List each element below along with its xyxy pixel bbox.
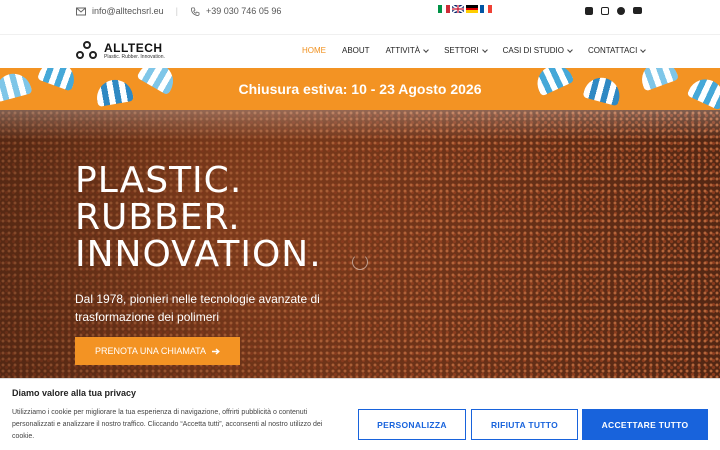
facebook-icon[interactable] [617, 7, 625, 15]
hero-line-3: INNOVATION. [75, 234, 322, 275]
language-switcher [438, 5, 492, 14]
linkedin-icon[interactable] [585, 7, 593, 15]
logo-mark-icon [76, 41, 98, 61]
menu-item-attivita[interactable]: ATTIVITÀ [386, 46, 429, 55]
uk-flag[interactable] [452, 5, 464, 13]
menu-item-contattaci[interactable]: CONTATTACI [587, 46, 647, 55]
banner-text: Chiusura estiva: 10 - 23 Agosto 2026 [238, 81, 482, 97]
hero-headline: PLASTIC. RUBBER. INNOVATION. [75, 162, 322, 273]
customize-button[interactable]: PERSONALIZZA [358, 409, 466, 440]
cookie-consent-banner: Diamo valore alla tua privacy Utilizziam… [0, 378, 720, 450]
main-navbar: ALLTECH Plastic. Rubber. Innovation. HOM… [0, 34, 720, 68]
envelope-icon [76, 7, 86, 15]
hero-section: PLASTIC. RUBBER. INNOVATION. Dal 1978, p… [0, 110, 720, 378]
chevron-down-icon [640, 46, 647, 53]
phone-link[interactable]: +39 030 746 05 96 [206, 6, 281, 16]
menu-item-settori[interactable]: SETTORI [444, 46, 488, 55]
menu-item-home[interactable]: HOME [302, 46, 326, 55]
cookie-description: Utilizziamo i cookie per migliorare la t… [12, 409, 323, 440]
main-menu: HOME ABOUT ATTIVITÀ SETTORI CASI DI STUD… [302, 46, 661, 55]
contact-info: info@alltechsrl.eu | +39 030 746 05 96 [76, 6, 281, 16]
instagram-icon[interactable] [601, 7, 609, 15]
logo-name: ALLTECH [104, 41, 163, 55]
cookie-title: Diamo valore alla tua privacy [12, 388, 137, 398]
german-flag[interactable] [466, 5, 478, 14]
hero-subtitle: Dal 1978, pionieri nelle tecnologie avan… [75, 292, 320, 324]
divider: | [175, 6, 179, 16]
menu-label: ABOUT [342, 46, 370, 55]
french-flag[interactable] [480, 5, 492, 13]
loading-spinner-icon [352, 254, 368, 270]
hero-line-2: RUBBER. [75, 197, 241, 238]
hero-highlight [0, 110, 720, 140]
announcement-banner: Chiusura estiva: 10 - 23 Agosto 2026 [0, 68, 720, 110]
menu-label: CASI DI STUDIO [502, 46, 564, 55]
social-links [585, 7, 642, 15]
italian-flag[interactable] [438, 5, 450, 13]
menu-label: SETTORI [444, 46, 479, 55]
youtube-icon[interactable] [633, 7, 642, 14]
top-bar: info@alltechsrl.eu | +39 030 746 05 96 [0, 0, 720, 24]
phone-icon [191, 6, 200, 16]
chevron-down-icon [481, 46, 488, 53]
book-call-button[interactable]: PRENOTA UNA CHIAMATA [75, 337, 240, 365]
accept-all-button[interactable]: ACCETTARE TUTTO [582, 409, 708, 440]
hero-line-1: PLASTIC. [75, 160, 243, 201]
menu-label: ATTIVITÀ [385, 46, 421, 55]
logo-text: ALLTECH Plastic. Rubber. Innovation. [104, 42, 165, 60]
chevron-down-icon [567, 46, 573, 53]
menu-item-casi-di-studio[interactable]: CASI DI STUDIO [502, 46, 573, 55]
email-link[interactable]: info@alltechsrl.eu [92, 6, 164, 16]
reject-all-button[interactable]: RIFIUTA TUTTO [471, 409, 578, 440]
site-logo[interactable]: ALLTECH Plastic. Rubber. Innovation. [76, 41, 165, 61]
arrow-right-icon [212, 347, 220, 355]
menu-item-about[interactable]: ABOUT [342, 46, 370, 55]
menu-label: CONTATTACI [587, 46, 638, 55]
chevron-down-icon [423, 46, 429, 53]
cta-label: PRENOTA UNA CHIAMATA [94, 346, 206, 356]
menu-label: HOME [302, 46, 326, 55]
logo-tagline: Plastic. Rubber. Innovation. [104, 54, 165, 60]
